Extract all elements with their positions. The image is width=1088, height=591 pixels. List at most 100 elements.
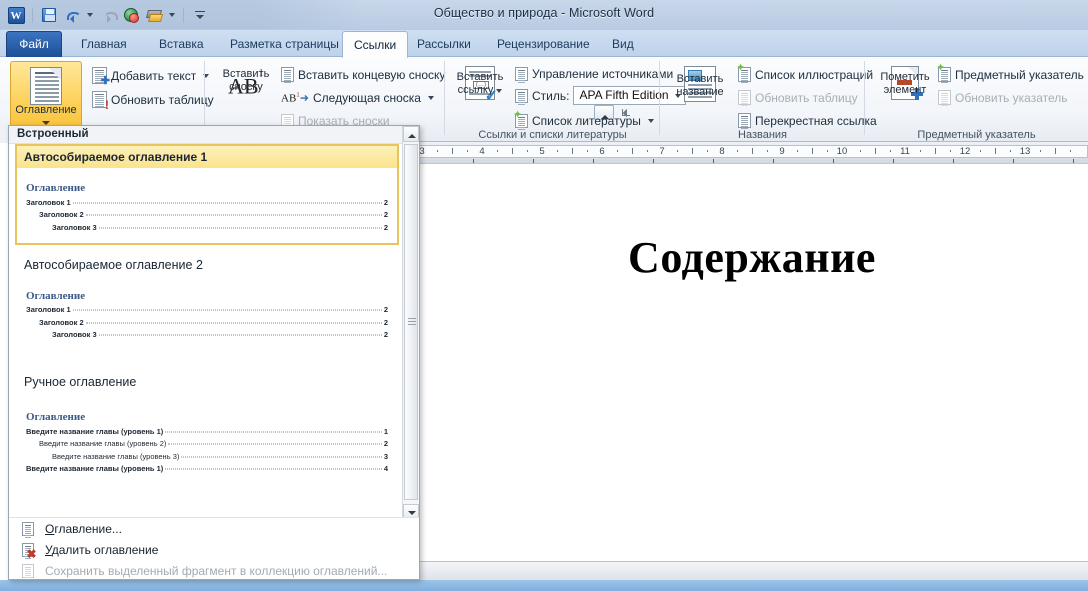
ruler-tick-4: 4 <box>479 146 485 157</box>
index-group-label: Предметный указатель <box>917 129 1036 141</box>
gallery-section-header: Встроенный <box>9 126 419 144</box>
scrollbar-thumb[interactable] <box>404 144 418 500</box>
undo-icon[interactable] <box>62 5 82 25</box>
manage-sources-item[interactable]: Управление источниками <box>515 64 673 83</box>
update-figures-table-item: Обновить таблицу <box>738 88 858 107</box>
bibliography-label: Список литературы <box>532 113 641 128</box>
gallery-item-2-preview: Оглавление Заголовок 12 Заголовок 22 Заг… <box>17 275 397 350</box>
captions-group-label: Названия <box>738 129 787 141</box>
brush-chevron-down-icon[interactable] <box>167 5 177 25</box>
tab-view[interactable]: Вид <box>601 32 645 57</box>
tab-review[interactable]: Рецензирование <box>486 32 601 57</box>
bibliography-item[interactable]: ✦ Список литературы <box>513 109 654 130</box>
word-window: Общество и природа - Microsoft Word W Фа… <box>0 0 1088 591</box>
gallery-item-1-preview: Оглавление Заголовок 12 Заголовок 22 Заг… <box>17 168 397 243</box>
preview-2-heading: Оглавление <box>26 289 86 302</box>
tab-mailings[interactable]: Рассылки <box>406 32 482 57</box>
toc-button[interactable]: Оглавление <box>10 61 82 129</box>
table-of-figures-item[interactable]: ✦ Список иллюстраций <box>736 63 874 84</box>
document-bottom-bar <box>416 561 1088 580</box>
remove-toc-icon: ✖ <box>19 542 37 560</box>
document-page[interactable]: Содержание <box>416 164 1088 570</box>
globe-icon[interactable] <box>121 5 141 25</box>
quick-access-toolbar: W <box>6 4 210 26</box>
menu-item-save-selection-label: Сохранить выделенный фрагмент в коллекци… <box>45 563 388 578</box>
toc-gallery-dropdown: Встроенный Автособираемое оглавление 1 О… <box>8 125 420 580</box>
gallery-scrollbar[interactable] <box>402 126 419 520</box>
bibliography-chevron-down-icon[interactable] <box>647 118 654 123</box>
redo-icon[interactable] <box>98 5 118 25</box>
gallery-command-menu: ООглавление...главление... ✖ Удалить огл… <box>9 517 419 579</box>
insert-endnote-item[interactable]: Вставить концевую сноску <box>281 65 445 84</box>
preview-1-line-1: Заголовок 12 <box>26 197 388 207</box>
update-index-label: Обновить указатель <box>955 90 1068 105</box>
ruler-tick-10: 10 <box>836 146 848 157</box>
insert-caption-label-1: Вставить <box>676 73 724 85</box>
ribbon-group-index: Пометить элемент ✦ Предметный указатель … <box>865 57 1088 142</box>
scroll-up-arrow-icon[interactable] <box>403 126 419 142</box>
insert-citation-chevron-down-icon[interactable] <box>496 89 503 93</box>
menu-item-toc-dialog[interactable]: ООглавление...главление... <box>9 518 419 539</box>
tab-home[interactable]: Главная <box>70 32 138 57</box>
mark-entry-label-1: Пометить <box>880 71 930 83</box>
tab-file[interactable]: Файл <box>6 31 62 57</box>
insert-endnote-label: Вставить концевую сноску <box>298 67 446 82</box>
undo-chevron-down-icon[interactable] <box>85 5 95 25</box>
update-table-label: Обновить таблицу <box>111 92 214 107</box>
insert-citation-button[interactable]: (…) ✓ Вставить ссылку <box>449 61 511 105</box>
insert-caption-label-2: название <box>676 86 724 98</box>
ruler-tick-13: 13 <box>1019 146 1031 157</box>
customize-toolbar-icon[interactable] <box>190 5 210 25</box>
style-icon <box>515 88 528 103</box>
save-icon[interactable] <box>39 5 59 25</box>
insert-footnote-label-1: Вставить <box>222 68 270 81</box>
title-bar: Общество и природа - Microsoft Word W <box>0 0 1088 30</box>
ruler-tick-3: 3 <box>419 146 425 157</box>
gallery-item-3-preview: Оглавление Введите название главы (урове… <box>17 393 397 484</box>
cross-reference-item[interactable]: Перекрестная ссылка <box>738 111 877 130</box>
horizontal-ruler[interactable]: 3 4 5 6 7 8 9 10 11 12 13 <box>416 142 1088 164</box>
add-text-icon: ✚ <box>92 67 110 87</box>
next-footnote-item[interactable]: AB1➜ Следующая сноска <box>281 88 434 107</box>
next-footnote-label: Следующая сноска <box>313 90 421 105</box>
gallery-item-manual-toc[interactable]: Ручное оглавление Оглавление Введите наз… <box>9 366 403 486</box>
preview-1-heading: Оглавление <box>26 182 86 194</box>
menu-item-remove-toc-label: Удалить оглавление <box>45 542 159 557</box>
word-logo-icon[interactable]: W <box>6 5 26 25</box>
toc-button-label: Оглавление <box>15 104 77 116</box>
brush-icon[interactable] <box>144 5 164 25</box>
ribbon-left-stub <box>0 125 8 143</box>
tab-references[interactable]: Ссылки <box>342 31 409 58</box>
mark-entry-button[interactable]: Пометить элемент <box>871 61 939 100</box>
gallery-item-auto-toc-2[interactable]: Автособираемое оглавление 2 Оглавление З… <box>9 249 403 353</box>
preview-3-heading: Оглавление <box>26 411 86 423</box>
menu-item-remove-toc[interactable]: ✖ Удалить оглавление <box>9 539 419 560</box>
insert-footnote-label-2: сноску <box>229 81 263 94</box>
bibliography-icon: ✦ <box>513 109 528 128</box>
citations-group-label: Ссылки и списки литературы <box>478 129 627 141</box>
insert-footnote-button[interactable]: AB1 Вставить сноску <box>215 61 277 97</box>
endnote-icon <box>281 67 294 82</box>
insert-caption-button[interactable]: Вставить название <box>666 61 734 102</box>
preview-2-line-1: Заголовок 12 <box>26 305 388 314</box>
next-footnote-chevron-down-icon[interactable] <box>427 95 434 100</box>
page-title: Содержание <box>628 233 876 282</box>
insert-citation-label-1: Вставить <box>456 71 504 83</box>
update-table-icon-2 <box>738 90 751 105</box>
table-of-figures-label: Список иллюстраций <box>755 67 874 82</box>
gallery-item-list: Автособираемое оглавление 1 Оглавление З… <box>9 144 403 486</box>
update-table-item[interactable]: ! Обновить таблицу <box>92 90 214 111</box>
add-text-item[interactable]: ✚ Добавить текст <box>92 66 210 87</box>
ribbon-group-citations: (…) ✓ Вставить ссылку Управление источни… <box>445 57 686 142</box>
tab-insert[interactable]: Вставка <box>148 32 215 57</box>
toc-icon <box>30 67 62 105</box>
insert-index-item[interactable]: ✦ Предметный указатель <box>936 63 1084 84</box>
ruler-tick-9: 9 <box>779 146 785 157</box>
toc-small-icon <box>19 521 36 536</box>
tab-page-layout[interactable]: Разметка страницы <box>219 32 350 57</box>
update-table-icon: ! <box>92 91 109 111</box>
mark-entry-label-2: элемент <box>883 84 927 96</box>
preview-1-line-3: Заголовок 32 <box>52 222 388 232</box>
preview-3-line-2: Введите название главы (уровень 2) 2 <box>39 439 388 448</box>
gallery-item-auto-toc-1[interactable]: Автособираемое оглавление 1 Оглавление З… <box>9 144 403 245</box>
